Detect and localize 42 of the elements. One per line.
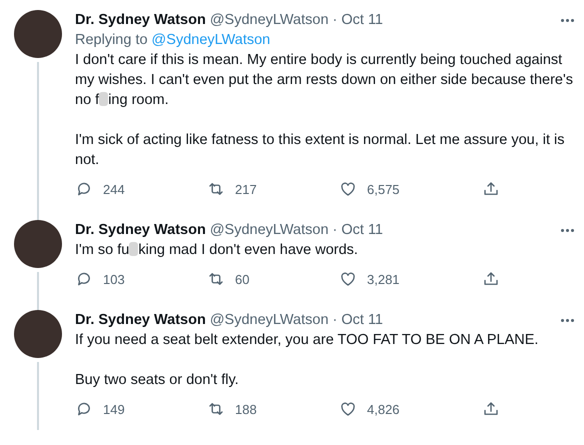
author-handle[interactable]: @SydneyLWatson [210,220,329,240]
retweet-icon [207,180,225,198]
share-icon [482,400,500,418]
retweet-icon [207,400,225,418]
tweet-text: I'm sick of acting like fatness to this extent is normal. Let me assure you, it is not. [75,131,566,170]
separator: · [332,311,338,330]
tweet-text: I don't care if this is mean. My entire body is currently being touched against my wishes. I can't even put the arm rests down on either side because there's no f ing room. [75,51,574,110]
author-handle[interactable]: @SydneyLWatson [210,310,329,330]
tweet-text: If you need a seat belt extender, you are TOO FAT TO BE ON A PLANE. [75,331,540,350]
like-count: 4,826 [367,402,400,416]
tweet-text: Buy two seats or don't fly. [75,371,240,390]
share-icon [482,270,500,288]
reply-count: 149 [103,402,125,416]
heart-icon [339,270,357,288]
tweet-text: I'm so fu king mad I don't even have words. [75,241,359,260]
separator: · [332,11,338,30]
like-count: 6,575 [367,182,400,196]
retweet-icon [207,270,225,288]
reply-icon [75,270,93,288]
retweet-count: 217 [235,182,257,196]
avatar[interactable] [14,220,62,268]
tweet-date[interactable]: Oct 11 [341,220,383,240]
reply-count: 244 [103,182,125,196]
heart-icon [339,400,357,418]
retweet-count: 60 [235,272,250,286]
author-handle[interactable]: @SydneyLWatson [210,10,329,30]
author-name[interactable]: Dr. Sydney Watson [75,220,206,240]
avatar[interactable] [14,10,62,58]
reply-count: 103 [103,272,125,286]
replying-to-label: Replying to [75,31,148,50]
tweet-date[interactable]: Oct 11 [341,310,383,330]
share-icon [482,180,500,198]
avatar[interactable] [14,310,62,358]
heart-icon [339,180,357,198]
retweet-count: 188 [235,402,257,416]
like-count: 3,281 [367,272,400,286]
author-name[interactable]: Dr. Sydney Watson [75,10,206,30]
reply-icon [75,180,93,198]
separator: · [332,221,338,240]
tweet-date[interactable]: Oct 11 [341,10,383,30]
author-name[interactable]: Dr. Sydney Watson [75,310,206,330]
reply-icon [75,400,93,418]
